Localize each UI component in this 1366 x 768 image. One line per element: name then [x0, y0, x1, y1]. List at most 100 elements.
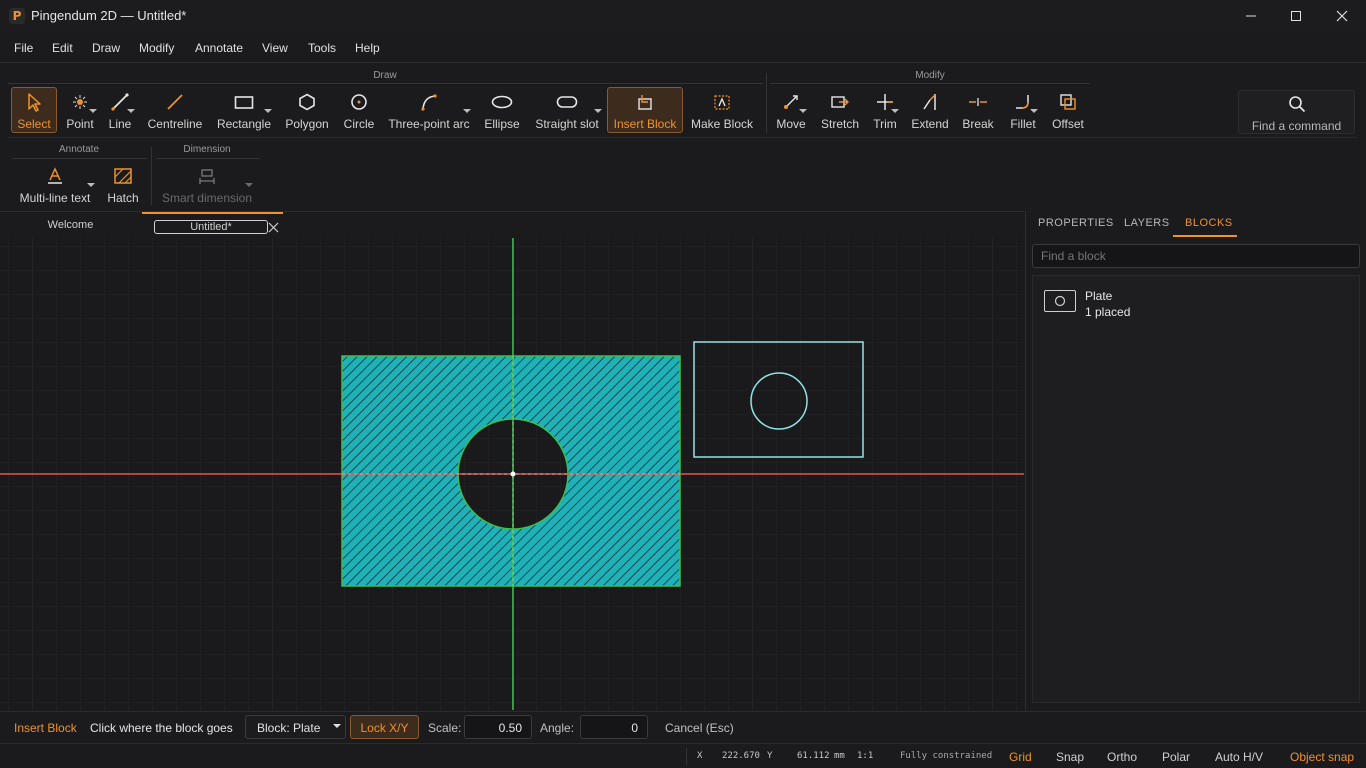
break-icon: [959, 91, 997, 113]
dimension-group-divider: [156, 158, 260, 159]
menu-draw[interactable]: Draw: [92, 41, 120, 55]
multiline-text-tool[interactable]: Multi-line text: [15, 161, 95, 207]
tab-welcome[interactable]: Welcome: [0, 212, 141, 239]
line-dropdown-caret[interactable]: [127, 109, 135, 113]
polygon-tool[interactable]: Polygon: [282, 87, 332, 133]
circle-tool[interactable]: Circle: [339, 87, 379, 133]
y-coord-value: 61.112: [797, 751, 830, 761]
ribbon: Draw Modify Select Point Line Centreline…: [0, 62, 1366, 210]
fillet-tool[interactable]: Fillet: [1005, 87, 1041, 133]
slot-dropdown-caret[interactable]: [594, 109, 602, 113]
rectangle-tool-label: Rectangle: [216, 117, 272, 131]
menu-help[interactable]: Help: [355, 41, 380, 55]
find-command-button[interactable]: Find a command: [1238, 90, 1355, 134]
arc-dropdown-caret[interactable]: [463, 109, 471, 113]
menu-annotate[interactable]: Annotate: [195, 41, 243, 55]
app-logo: P: [9, 8, 25, 24]
command-prompt: Click where the block goes: [90, 721, 233, 735]
select-tool[interactable]: Select: [11, 87, 57, 133]
menu-file[interactable]: File: [14, 41, 33, 55]
point-tool[interactable]: Point: [60, 87, 100, 133]
find-command-label: Find a command: [1251, 119, 1342, 133]
select-tool-label: Select: [17, 117, 51, 131]
toggle-ortho[interactable]: Ortho: [1107, 750, 1137, 764]
hatch-tool[interactable]: Hatch: [103, 161, 143, 207]
toggle-snap[interactable]: Snap: [1056, 750, 1084, 764]
tab-properties[interactable]: PROPERTIES: [1038, 217, 1114, 229]
centreline-icon: [144, 91, 206, 113]
document-tabs: Welcome Untitled*: [0, 211, 1024, 239]
ellipse-tool[interactable]: Ellipse: [481, 87, 523, 133]
trim-tool[interactable]: Trim: [870, 87, 900, 133]
block-item-plate[interactable]: Plate 1 placed: [1033, 284, 1359, 324]
tab-welcome-label: Welcome: [47, 219, 94, 231]
point-dropdown-caret[interactable]: [89, 109, 97, 113]
search-icon: [1289, 96, 1306, 113]
toggle-auto-hv[interactable]: Auto H/V: [1215, 750, 1263, 764]
lock-xy-toggle[interactable]: Lock X/Y: [350, 715, 419, 739]
tab-close-icon[interactable]: [268, 222, 279, 233]
offset-icon: [1049, 91, 1087, 113]
dimension-dropdown-caret[interactable]: [245, 183, 253, 187]
menu-modify[interactable]: Modify: [139, 41, 174, 55]
extend-tool[interactable]: Extend: [908, 87, 952, 133]
draw-group-label: Draw: [373, 70, 397, 81]
circle-icon: [340, 91, 378, 113]
menu-edit[interactable]: Edit: [52, 41, 73, 55]
straight-slot-tool[interactable]: Straight slot: [532, 87, 602, 133]
smart-dimension-tool[interactable]: Smart dimension: [160, 161, 254, 207]
move-tool[interactable]: Move: [772, 87, 810, 133]
tab-untitled[interactable]: Untitled*: [142, 212, 283, 239]
constraint-status: Fully constrained: [900, 751, 993, 761]
trim-tool-label: Trim: [873, 117, 897, 131]
move-tool-label: Move: [776, 117, 806, 131]
straight-slot-tool-label: Straight slot: [535, 117, 599, 131]
menu-tools[interactable]: Tools: [308, 41, 336, 55]
group-separator: [766, 73, 767, 133]
trim-dropdown-caret[interactable]: [891, 109, 899, 113]
cancel-button[interactable]: Cancel (Esc): [665, 721, 734, 735]
polygon-icon: [283, 91, 331, 113]
hatch-icon: [104, 165, 142, 187]
stretch-icon: [819, 91, 861, 113]
maximize-icon: [1291, 11, 1301, 21]
close-button[interactable]: [1319, 0, 1365, 32]
minimize-button[interactable]: [1228, 0, 1274, 32]
line-tool[interactable]: Line: [102, 87, 138, 133]
toggle-grid[interactable]: Grid: [1009, 750, 1032, 764]
rectangle-tool[interactable]: Rectangle: [213, 87, 275, 133]
toggle-object-snap[interactable]: Object snap: [1290, 750, 1354, 764]
circle-tool-label: Circle: [343, 117, 375, 131]
text-dropdown-caret[interactable]: [87, 183, 95, 187]
angle-input[interactable]: 0: [580, 715, 648, 739]
tab-layers[interactable]: LAYERS: [1124, 217, 1170, 229]
tab-untitled-label: Untitled*: [154, 220, 268, 234]
menu-view[interactable]: View: [262, 41, 288, 55]
drawing-canvas[interactable]: [0, 238, 1024, 710]
scale-input[interactable]: 0.50: [464, 715, 532, 739]
origin-point: [510, 471, 516, 477]
three-point-arc-tool[interactable]: Three-point arc: [385, 87, 473, 133]
tab-blocks[interactable]: BLOCKS: [1185, 217, 1233, 229]
block-thumbnail-icon: [1054, 295, 1066, 307]
rectangle-dropdown-caret[interactable]: [264, 109, 272, 113]
stretch-tool[interactable]: Stretch: [818, 87, 862, 133]
fillet-dropdown-caret[interactable]: [1030, 109, 1038, 113]
x-coord-label: X: [697, 751, 703, 761]
modify-group-divider: [770, 83, 1090, 84]
insert-block-tool[interactable]: Insert Block: [607, 87, 683, 133]
right-panel: PROPERTIES LAYERS BLOCKS Plate 1 placed: [1025, 211, 1366, 711]
break-tool[interactable]: Break: [958, 87, 998, 133]
scale-label: Scale:: [428, 721, 462, 735]
move-dropdown-caret[interactable]: [799, 109, 807, 113]
block-search-input[interactable]: [1032, 244, 1360, 268]
offset-tool[interactable]: Offset: [1048, 87, 1088, 133]
active-command-label: Insert Block: [14, 721, 77, 735]
block-select-dropdown[interactable]: Block: Plate: [245, 715, 346, 739]
centreline-tool[interactable]: Centreline: [143, 87, 207, 133]
toggle-polar[interactable]: Polar: [1162, 750, 1190, 764]
make-block-tool[interactable]: Make Block: [688, 87, 756, 133]
drawing-canvas-svg[interactable]: [0, 238, 1024, 710]
maximize-button[interactable]: [1273, 0, 1319, 32]
block-thumbnail: [1044, 290, 1076, 312]
